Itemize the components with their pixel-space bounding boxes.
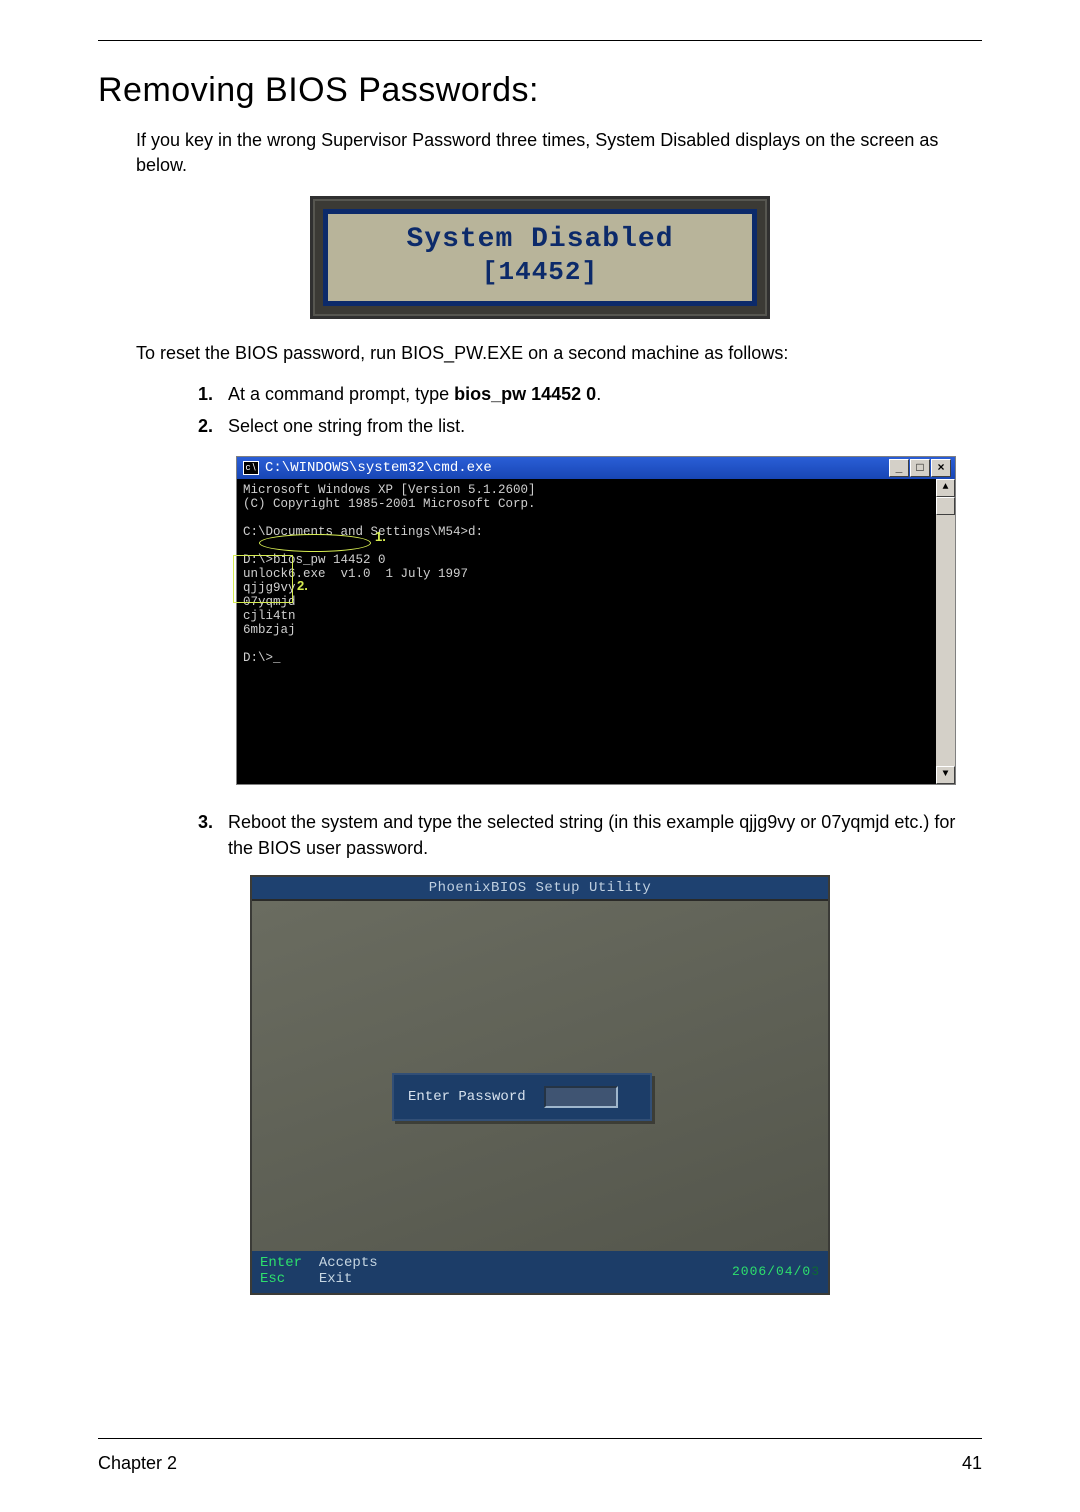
cmd-window: c∖ C:\WINDOWS\system32\cmd.exe _ □ × Mic… bbox=[236, 456, 956, 785]
minimize-button[interactable]: _ bbox=[889, 459, 909, 477]
bios-password-field[interactable] bbox=[544, 1086, 618, 1108]
callout-label-2: 2. bbox=[297, 579, 308, 594]
step1-command: bios_pw 14452 0 bbox=[454, 384, 596, 404]
footer-page-number: 41 bbox=[962, 1453, 982, 1474]
step1-suffix: . bbox=[596, 384, 601, 404]
cmd-icon: c∖ bbox=[243, 461, 259, 475]
cmd-line: D:\>_ bbox=[243, 651, 281, 665]
callout-label-1: 1. bbox=[375, 530, 386, 545]
callout-ellipse-1 bbox=[259, 534, 371, 552]
bios-key-esc: Esc bbox=[260, 1271, 285, 1287]
cmd-line: (C) Copyright 1985-2001 Microsoft Corp. bbox=[243, 497, 536, 511]
bios-action-exit: Exit bbox=[319, 1271, 353, 1287]
system-disabled-line1: System Disabled bbox=[328, 224, 752, 255]
cmd-line: Microsoft Windows XP [Version 5.1.2600] bbox=[243, 483, 536, 497]
bios-password-dialog: Enter Password bbox=[392, 1073, 652, 1121]
maximize-button[interactable]: □ bbox=[910, 459, 930, 477]
step-1: At a command prompt, type bios_pw 14452 … bbox=[218, 379, 982, 410]
bios-footer: Enter Accepts Esc Exit 2006/04/03 bbox=[252, 1251, 828, 1293]
cmd-body: Microsoft Windows XP [Version 5.1.2600] … bbox=[237, 479, 936, 784]
bios-key-enter: Enter bbox=[260, 1255, 302, 1271]
system-disabled-figure: System Disabled [14452] bbox=[310, 196, 770, 319]
steps-list: At a command prompt, type bios_pw 14452 … bbox=[98, 379, 982, 442]
scroll-thumb[interactable] bbox=[936, 497, 955, 515]
steps-list-cont: Reboot the system and type the selected … bbox=[98, 809, 982, 861]
bios-date-b: 3 bbox=[811, 1264, 820, 1279]
bios-date: 2006/04/03 bbox=[732, 1264, 820, 1279]
cmd-body-wrap: Microsoft Windows XP [Version 5.1.2600] … bbox=[237, 479, 955, 784]
bios-password-label: Enter Password bbox=[408, 1089, 526, 1105]
footer-row: Chapter 2 41 bbox=[98, 1453, 982, 1474]
scroll-track[interactable] bbox=[936, 515, 955, 766]
system-disabled-box: System Disabled [14452] bbox=[323, 209, 757, 306]
bios-body: Enter Password bbox=[252, 901, 828, 1251]
page-footer: Chapter 2 41 bbox=[98, 1438, 982, 1474]
intro2-paragraph: To reset the BIOS password, run BIOS_PW.… bbox=[98, 341, 982, 366]
cmd-line: cjli4tn bbox=[243, 609, 296, 623]
window-controls: _ □ × bbox=[889, 459, 951, 477]
bios-figure: PhoenixBIOS Setup Utility Enter Password… bbox=[250, 875, 830, 1295]
page-title: Removing BIOS Passwords: bbox=[98, 71, 982, 110]
scroll-down-icon[interactable]: ▼ bbox=[936, 766, 955, 784]
cmd-title-left: c∖ C:\WINDOWS\system32\cmd.exe bbox=[243, 460, 492, 476]
system-disabled-line2: [14452] bbox=[328, 257, 752, 287]
bios-footer-keys: Enter Accepts Esc Exit bbox=[260, 1255, 378, 1287]
bios-title: PhoenixBIOS Setup Utility bbox=[252, 877, 828, 901]
step-3: Reboot the system and type the selected … bbox=[218, 809, 982, 861]
footer-chapter: Chapter 2 bbox=[98, 1453, 177, 1474]
bottom-rule bbox=[98, 1438, 982, 1439]
cmd-scrollbar[interactable]: ▲ ▼ bbox=[936, 479, 955, 784]
top-rule bbox=[98, 40, 982, 41]
step-2: Select one string from the list. bbox=[218, 411, 982, 442]
step1-prefix: At a command prompt, type bbox=[228, 384, 454, 404]
bios-action-accepts: Accepts bbox=[319, 1255, 378, 1271]
cmd-line: 6mbzjaj bbox=[243, 623, 296, 637]
close-button[interactable]: × bbox=[931, 459, 951, 477]
cmd-title-text: C:\WINDOWS\system32\cmd.exe bbox=[265, 460, 492, 476]
intro-paragraph: If you key in the wrong Supervisor Passw… bbox=[98, 128, 982, 178]
document-page: Removing BIOS Passwords: If you key in t… bbox=[0, 0, 1080, 1512]
bios-date-a: 2006/04/0 bbox=[732, 1264, 811, 1279]
cmd-titlebar: c∖ C:\WINDOWS\system32\cmd.exe _ □ × bbox=[237, 457, 955, 479]
scroll-up-icon[interactable]: ▲ bbox=[936, 479, 955, 497]
callout-box-2 bbox=[233, 555, 293, 603]
